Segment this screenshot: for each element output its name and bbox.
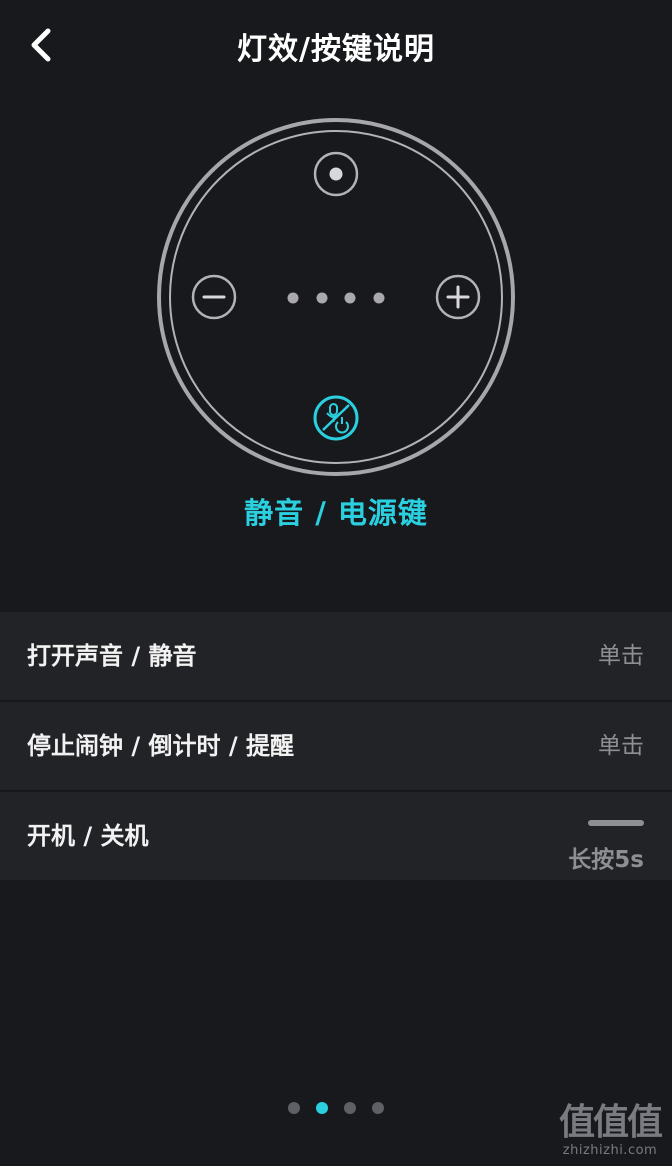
navigation-bar: 灯效/按键说明 [0,0,672,92]
page-dot-3[interactable] [344,1102,356,1114]
led-indicators [287,292,385,304]
page-dot-2[interactable] [316,1102,328,1114]
led-dot [316,292,328,304]
gesture-label: 单击 [598,643,644,669]
site-watermark: 值值值 zhizhizhi.com [554,1102,666,1159]
list-item[interactable]: 打开声音 / 静音 单击 [0,612,672,702]
watermark-logo: 值值值 [558,1102,663,1143]
led-dot [344,292,356,304]
speaker-top-diagram [157,118,515,476]
action-button-icon[interactable] [313,151,359,197]
led-dot [373,292,385,304]
page-dot-4[interactable] [372,1102,384,1114]
volume-up-icon[interactable] [435,274,481,320]
function-list: 打开声音 / 静音 单击 停止闹钟 / 倒计时 / 提醒 单击 开机 / 关机 … [0,612,672,882]
long-press-bar-icon [588,820,644,826]
function-label: 打开声音 / 静音 [27,642,197,670]
list-item[interactable]: 停止闹钟 / 倒计时 / 提醒 单击 [0,702,672,792]
volume-down-icon[interactable] [191,274,237,320]
page-dot-1[interactable] [288,1102,300,1114]
led-dot [287,292,299,304]
mute-power-icon[interactable] [313,395,359,441]
gesture-label: 长按5s [568,847,644,873]
list-item[interactable]: 开机 / 关机 长按5s [0,792,672,882]
page-title: 灯效/按键说明 [237,32,435,67]
gesture-label: 单击 [598,733,644,759]
highlighted-button-label: 静音 / 电源键 [244,496,428,530]
function-label: 停止闹钟 / 倒计时 / 提醒 [27,732,294,760]
function-label: 开机 / 关机 [27,822,149,850]
watermark-url: zhizhizhi.com [562,1143,658,1158]
